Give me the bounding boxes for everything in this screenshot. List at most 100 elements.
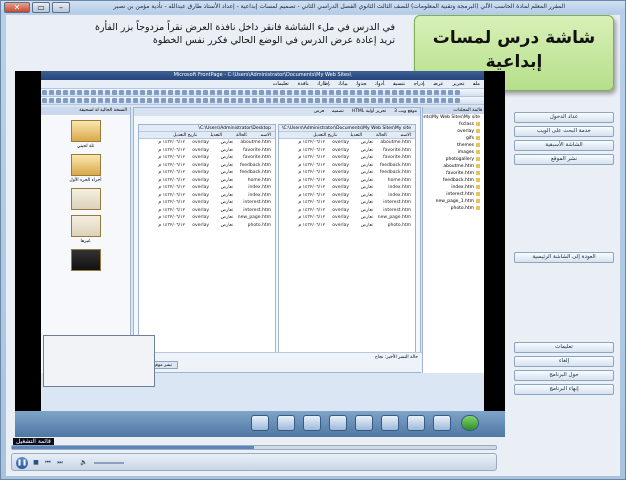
column-label[interactable]: الحالة (236, 133, 247, 138)
toolbar-button-icon[interactable] (168, 90, 173, 95)
toolbar-button-icon[interactable] (105, 90, 110, 95)
folder-item[interactable]: gifs (423, 135, 484, 142)
file-row[interactable]: home.htm تعارض overlay ١٤٣٢/٠٦/١٢ م (279, 177, 415, 185)
web-search-button[interactable]: خدمة البحث على الويب (514, 126, 614, 137)
menu-item[interactable]: جدول (357, 81, 367, 87)
toolbar-button-icon[interactable] (70, 90, 75, 95)
toolbar-button-icon[interactable] (392, 90, 397, 95)
toolbar-button-icon[interactable] (175, 98, 180, 103)
folder-item[interactable]: overlay (423, 128, 484, 135)
taskbar-app-icon[interactable] (329, 415, 347, 431)
toolbar-button-icon[interactable] (189, 90, 194, 95)
taskbar-app-icon[interactable] (381, 415, 399, 431)
toolbar-button-icon[interactable] (399, 90, 404, 95)
toolbar-button-icon[interactable] (364, 98, 369, 103)
toolbar-button-icon[interactable] (315, 98, 320, 103)
publish-site-button[interactable]: نشر الموقع (514, 154, 614, 165)
toolbar-button-icon[interactable] (336, 90, 341, 95)
toolbar-button-icon[interactable] (357, 98, 362, 103)
toolbar-button-icon[interactable] (98, 90, 103, 95)
toolbar-button-icon[interactable] (308, 98, 313, 103)
file-row[interactable]: photo.htm تعارض overlay ١٤٣٢/٠٦/١٢ م (279, 222, 415, 230)
toolbar-button-icon[interactable] (91, 90, 96, 95)
toolbar-button-icon[interactable] (217, 90, 222, 95)
toolbar-button-icon[interactable] (343, 98, 348, 103)
toolbar-button-icon[interactable] (42, 98, 47, 103)
visit-counter-button[interactable]: عداد الدخول (514, 112, 614, 123)
file-row[interactable]: index.htm تعارض overlay ١٤٣٢/٠٦/١٢ م (279, 184, 415, 192)
toolbar-button-icon[interactable] (336, 98, 341, 103)
stop-icon[interactable]: ■ (32, 459, 40, 467)
folder-item[interactable]: interest.htm (423, 191, 484, 198)
toolbar-button-icon[interactable] (266, 90, 271, 95)
toolbar-button-icon[interactable] (280, 98, 285, 103)
toolbar-button-icon[interactable] (399, 98, 404, 103)
folder-item[interactable]: fsclass (423, 121, 484, 128)
file-row[interactable]: favorite.htm تعارض overlay ١٤٣٢/٠٦/١٢ م (279, 154, 415, 162)
folder-item[interactable]: photo.htm (423, 205, 484, 212)
pause-icon[interactable]: ❚❚ (16, 457, 28, 469)
toolbar-button-icon[interactable] (49, 90, 54, 95)
page-thumbnail[interactable] (70, 154, 101, 176)
toolbar-button-icon[interactable] (301, 90, 306, 95)
toolbar-button-icon[interactable] (231, 98, 236, 103)
file-row[interactable]: index.htm تعارض overlay ١٤٣٢/٠٦/١٢ م (279, 192, 415, 200)
toolbar-button-icon[interactable] (112, 90, 117, 95)
page-thumbnail[interactable] (70, 188, 101, 210)
previous-screen-button[interactable]: الشاشة الأسبقية (514, 140, 614, 151)
toolbar-button-icon[interactable] (343, 90, 348, 95)
view-tab[interactable]: تحرير أولية HTML (352, 109, 386, 114)
toolbar-button-icon[interactable] (126, 98, 131, 103)
toolbar-button-icon[interactable] (56, 90, 61, 95)
file-row[interactable]: interest.htm تعارض overlay ١٤٣٢/٠٦/١٢ م (139, 207, 275, 215)
next-icon[interactable]: ⏭ (56, 459, 64, 467)
toolbar-button-icon[interactable] (154, 90, 159, 95)
file-row[interactable]: favorite.htm تعارض overlay ١٤٣٢/٠٦/١٢ م (279, 147, 415, 155)
toolbar-button-icon[interactable] (378, 98, 383, 103)
folder-item[interactable]: index.htm (423, 184, 484, 191)
close-icon[interactable]: ✕ (4, 2, 30, 13)
start-orb-icon[interactable] (461, 415, 479, 431)
column-label[interactable]: تاريخ التعديل (313, 133, 337, 138)
file-row[interactable]: feedback.htm تعارض overlay ١٤٣٢/٠٦/١٢ م (279, 162, 415, 170)
maximize-icon[interactable]: ▭ (32, 2, 50, 13)
toolbar-button-icon[interactable] (273, 90, 278, 95)
toolbar-button-icon[interactable] (182, 98, 187, 103)
toolbar-button-icon[interactable] (49, 98, 54, 103)
menu-item[interactable]: إدراج (414, 81, 425, 87)
toolbar-button-icon[interactable] (84, 98, 89, 103)
menu-item[interactable]: ملف (473, 81, 480, 87)
toolbar-button-icon[interactable] (308, 90, 313, 95)
toolbar-button-icon[interactable] (126, 90, 131, 95)
menu-item[interactable]: بيانات (339, 81, 348, 87)
column-label[interactable]: الاسم (261, 133, 271, 138)
file-row[interactable]: aboutme.htm تعارض overlay ١٤٣٢/٠٦/١٢ م (279, 139, 415, 147)
file-row[interactable]: interest.htm تعارض overlay ١٤٣٢/٠٦/١٢ م (139, 199, 275, 207)
toolbar-button-icon[interactable] (231, 90, 236, 95)
page-thumbnail[interactable] (70, 215, 101, 237)
toolbar-button-icon[interactable] (238, 98, 243, 103)
file-row[interactable]: home.htm تعارض overlay ١٤٣٢/٠٦/١٢ م (139, 177, 275, 185)
toolbar-button-icon[interactable] (448, 90, 453, 95)
folder-item[interactable]: favorite.htm (423, 170, 484, 177)
toolbar-button-icon[interactable] (350, 90, 355, 95)
toolbar-button-icon[interactable] (350, 98, 355, 103)
folder-item[interactable]: images (423, 149, 484, 156)
toolbar-button-icon[interactable] (147, 90, 152, 95)
toolbar-button-icon[interactable] (406, 90, 411, 95)
column-label[interactable]: التعديل (211, 133, 222, 138)
page-thumbnail[interactable] (70, 249, 101, 271)
toolbar-button-icon[interactable] (245, 90, 250, 95)
file-row[interactable]: new_page.htm تعارض overlay ١٤٣٢/٠٦/١٢ م (279, 214, 415, 222)
file-row[interactable]: feedback.htm تعارض overlay ١٤٣٢/٠٦/١٢ م (139, 169, 275, 177)
toolbar-button-icon[interactable] (252, 90, 257, 95)
toolbar-button-icon[interactable] (434, 90, 439, 95)
toolbar-button-icon[interactable] (42, 90, 47, 95)
toolbar-button-icon[interactable] (448, 98, 453, 103)
toolbar-button-icon[interactable] (371, 90, 376, 95)
view-tab[interactable]: تصميم (332, 109, 344, 114)
file-row[interactable]: interest.htm تعارض overlay ١٤٣٢/٠٦/١٢ م (279, 207, 415, 215)
toolbar-button-icon[interactable] (168, 98, 173, 103)
toolbar-button-icon[interactable] (329, 90, 334, 95)
toolbar-button-icon[interactable] (161, 90, 166, 95)
